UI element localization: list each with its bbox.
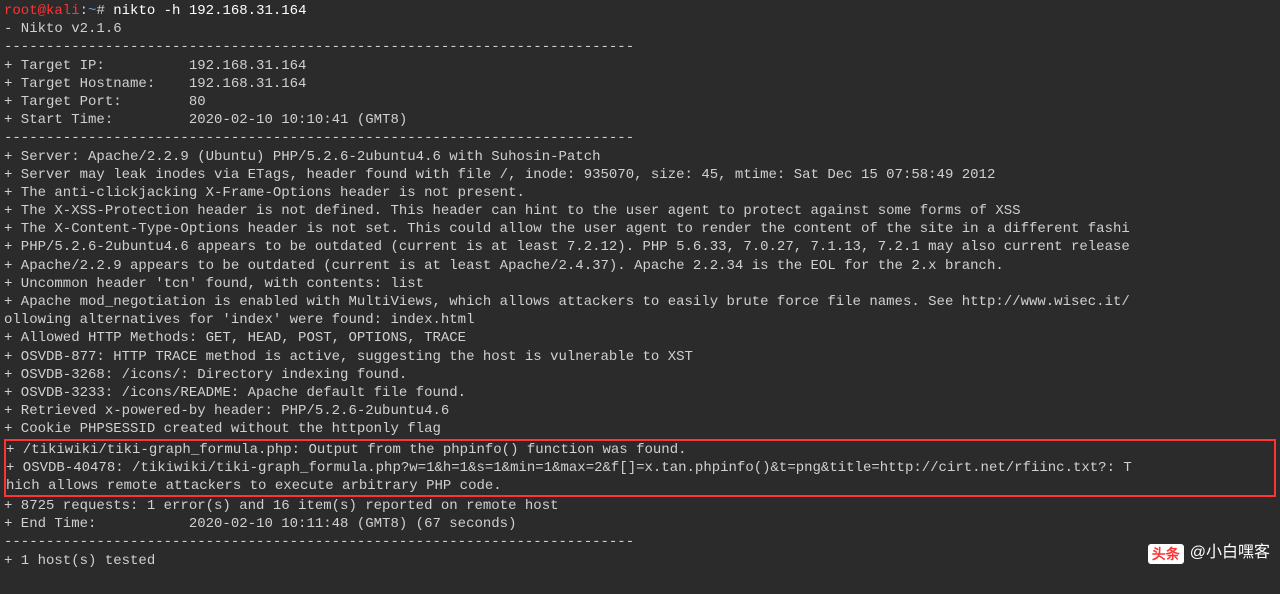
start-time: + Start Time: 2020-02-10 10:10:41 (GMT8) — [4, 111, 1276, 129]
finding-line: ollowing alternatives for 'index' were f… — [4, 311, 1276, 329]
finding-line: + OSVDB-3268: /icons/: Directory indexin… — [4, 366, 1276, 384]
finding-line: + PHP/5.2.6-2ubuntu4.6 appears to be out… — [4, 238, 1276, 256]
end-time: + End Time: 2020-02-10 10:11:48 (GMT8) (… — [4, 515, 1276, 533]
highlighted-findings-box: + /tikiwiki/tiki-graph_formula.php: Outp… — [4, 439, 1276, 498]
finding-line: + Cookie PHPSESSID created without the h… — [4, 420, 1276, 438]
highlighted-line: + /tikiwiki/tiki-graph_formula.php: Outp… — [6, 441, 1274, 459]
divider: ----------------------------------------… — [4, 129, 1276, 147]
prompt-sep1: : — [80, 3, 88, 19]
watermark-logo: 头条 — [1148, 544, 1184, 564]
finding-line: + The anti-clickjacking X-Frame-Options … — [4, 184, 1276, 202]
finding-line: + The X-XSS-Protection header is not def… — [4, 202, 1276, 220]
watermark: 头条 @小白嘿客 — [1148, 543, 1270, 564]
finding-line: + OSVDB-877: HTTP TRACE method is active… — [4, 348, 1276, 366]
highlighted-line: + OSVDB-40478: /tikiwiki/tiki-graph_form… — [6, 459, 1274, 477]
hosts-tested: + 1 host(s) tested — [4, 552, 1276, 570]
finding-line: + Apache/2.2.9 appears to be outdated (c… — [4, 257, 1276, 275]
nikto-version: - Nikto v2.1.6 — [4, 20, 1276, 38]
prompt-sep2: # — [96, 3, 113, 19]
highlighted-line: hich allows remote attackers to execute … — [6, 477, 1274, 495]
divider: ----------------------------------------… — [4, 38, 1276, 56]
prompt-user: root@kali — [4, 3, 80, 19]
summary-requests: + 8725 requests: 1 error(s) and 16 item(… — [4, 497, 1276, 515]
finding-line: + Retrieved x-powered-by header: PHP/5.2… — [4, 402, 1276, 420]
target-hostname: + Target Hostname: 192.168.31.164 — [4, 75, 1276, 93]
command-text: nikto -h 192.168.31.164 — [113, 3, 306, 19]
terminal-output: root@kali:~# nikto -h 192.168.31.164 - N… — [0, 0, 1280, 572]
finding-line: + Server may leak inodes via ETags, head… — [4, 166, 1276, 184]
target-port: + Target Port: 80 — [4, 93, 1276, 111]
finding-line: + Server: Apache/2.2.9 (Ubuntu) PHP/5.2.… — [4, 148, 1276, 166]
finding-line: + Allowed HTTP Methods: GET, HEAD, POST,… — [4, 329, 1276, 347]
divider: ----------------------------------------… — [4, 533, 1276, 551]
finding-line: + OSVDB-3233: /icons/README: Apache defa… — [4, 384, 1276, 402]
target-ip: + Target IP: 192.168.31.164 — [4, 57, 1276, 75]
finding-line: + Uncommon header 'tcn' found, with cont… — [4, 275, 1276, 293]
finding-line: + Apache mod_negotiation is enabled with… — [4, 293, 1276, 311]
watermark-text: @小白嘿客 — [1190, 543, 1270, 564]
prompt-line[interactable]: root@kali:~# nikto -h 192.168.31.164 — [4, 2, 1276, 20]
finding-line: + The X-Content-Type-Options header is n… — [4, 220, 1276, 238]
